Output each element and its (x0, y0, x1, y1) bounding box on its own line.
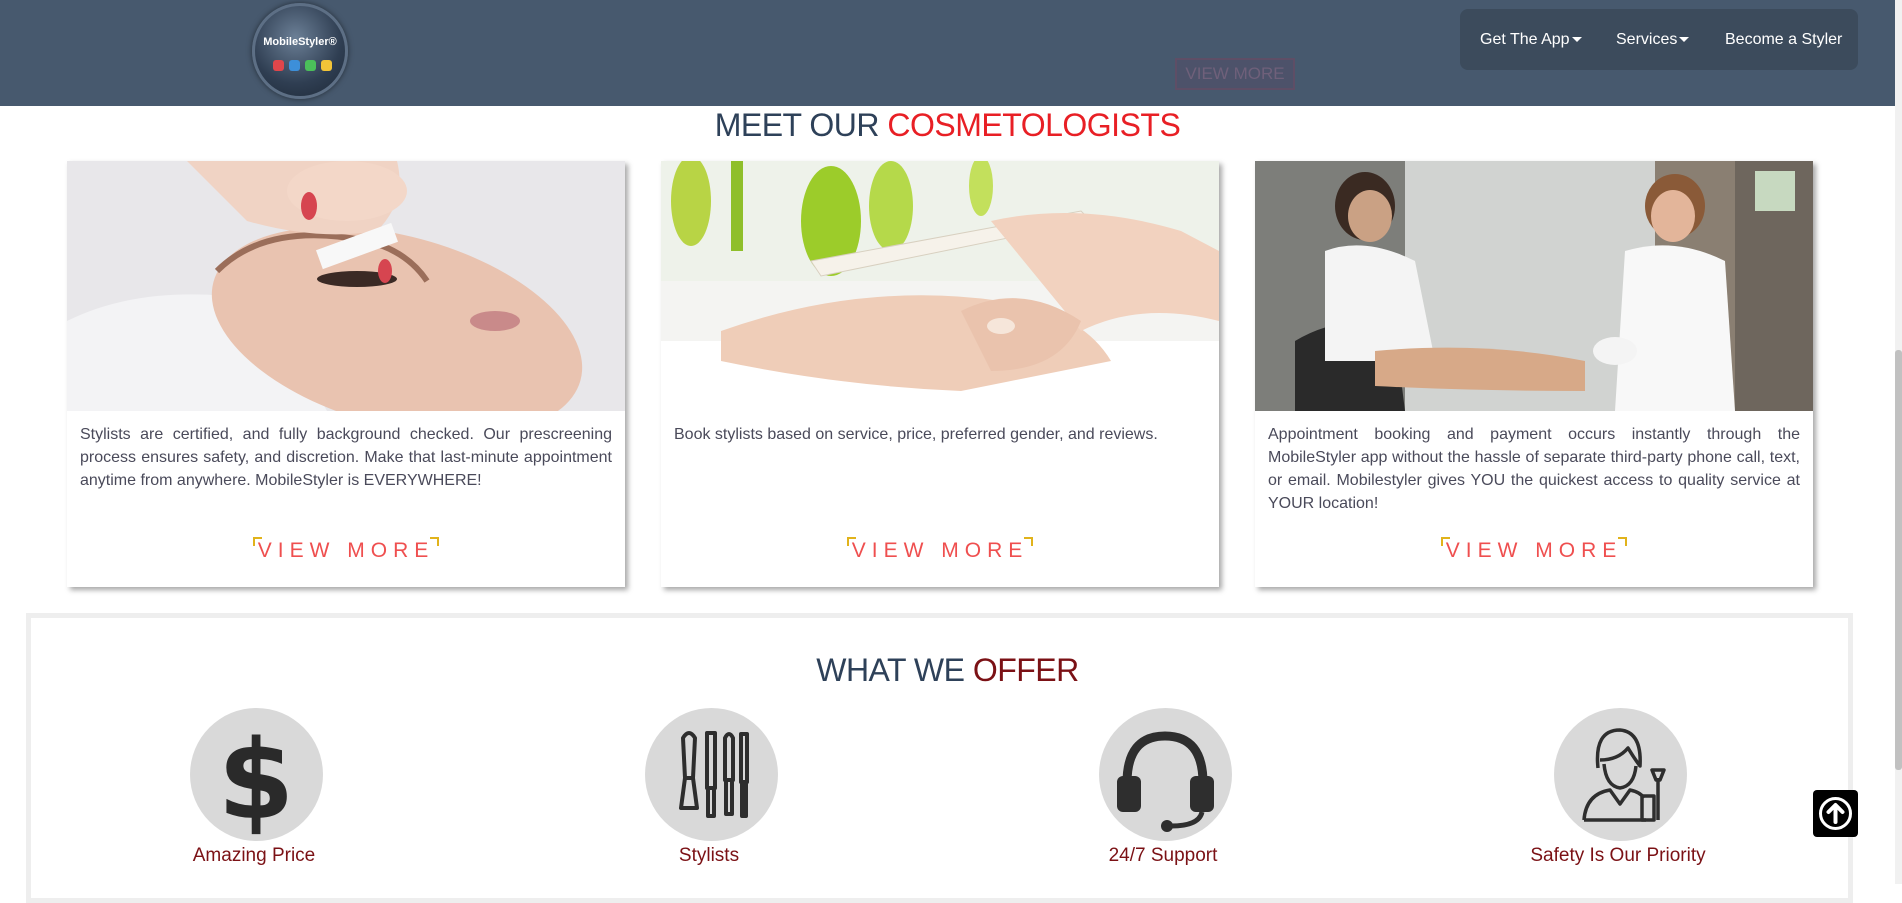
offer-label: Stylists (678, 845, 740, 866)
caret-down-icon (1571, 37, 1582, 43)
nav-get-the-app[interactable]: Get The App (1480, 9, 1582, 70)
cosmetologist-card: Stylists are certified, and fully backgr… (67, 161, 625, 587)
offer-label: Safety Is Our Priority (1530, 845, 1706, 866)
mobilestyler-logo[interactable]: MobileStyler® (252, 3, 348, 99)
stylist-person-icon (1554, 708, 1687, 841)
brushes-icon (645, 708, 778, 841)
facial-waxing-photo (67, 161, 625, 411)
view-more-button[interactable]: VIEW MORE (253, 537, 439, 567)
main-nav: Get The App Services Become a Styler (1460, 9, 1858, 70)
view-more-label: VIEW MORE (257, 539, 435, 562)
nav-become-a-styler[interactable]: Become a Styler (1725, 9, 1842, 70)
page-scrollbar[interactable] (1895, 0, 1902, 884)
offer-label: Amazing Price (192, 845, 316, 866)
logo-dots (273, 60, 332, 71)
offer-item: Stylists (559, 708, 859, 878)
nav-get-the-app-label: Get The App (1480, 31, 1570, 48)
cosmetologists-heading: MEET OUR COSMETOLOGISTS (0, 107, 1895, 144)
headset-icon (1099, 708, 1232, 841)
ghost-view-more-button[interactable]: VIEW MORE (1175, 58, 1295, 90)
cosmetologist-card: Book stylists based on service, price, p… (661, 161, 1219, 587)
cosmetologist-card: Appointment booking and payment occurs i… (1255, 161, 1813, 587)
view-more-label: VIEW MORE (1445, 539, 1623, 562)
nav-services[interactable]: Services (1616, 9, 1690, 70)
view-more-button[interactable]: VIEW MORE (1441, 537, 1627, 567)
card-description: Stylists are certified, and fully backgr… (80, 426, 612, 489)
nav-services-label: Services (1616, 31, 1678, 48)
logo-text: MobileStyler® (263, 36, 337, 48)
scrollbar-thumb[interactable] (1895, 350, 1902, 770)
view-more-button[interactable]: VIEW MORE (847, 537, 1033, 567)
svg-text:$: $ (218, 716, 295, 841)
pedicure-photo (1255, 161, 1813, 411)
caret-down-icon (1679, 37, 1690, 43)
offer-heading-part2: OFFER (972, 652, 1079, 688)
cosmetologists-heading-part1: MEET OUR (714, 107, 880, 143)
offer-item: Safety Is Our Priority (1468, 708, 1768, 878)
offer-heading-part1: WHAT WE (816, 652, 965, 688)
card-description: Book stylists based on service, price, p… (674, 426, 1158, 443)
card-description: Appointment booking and payment occurs i… (1268, 426, 1800, 512)
offer-label: 24/7 Support (1108, 845, 1218, 866)
dollar-icon: $ (190, 708, 323, 841)
arrow-up-circle-icon (1819, 797, 1852, 830)
offer-item: 24/7 Support (1013, 708, 1313, 878)
nail-filing-photo (661, 161, 1219, 411)
view-more-label: VIEW MORE (851, 539, 1029, 562)
offer-heading: WHAT WE OFFER (0, 652, 1895, 689)
site-header: MobileStyler® VIEW MORE Get The App Serv… (0, 0, 1895, 106)
offer-item: $ Amazing Price (104, 708, 404, 878)
scroll-to-top-button[interactable] (1813, 790, 1858, 837)
cosmetologists-heading-part2: COSMETOLOGISTS (887, 107, 1181, 143)
